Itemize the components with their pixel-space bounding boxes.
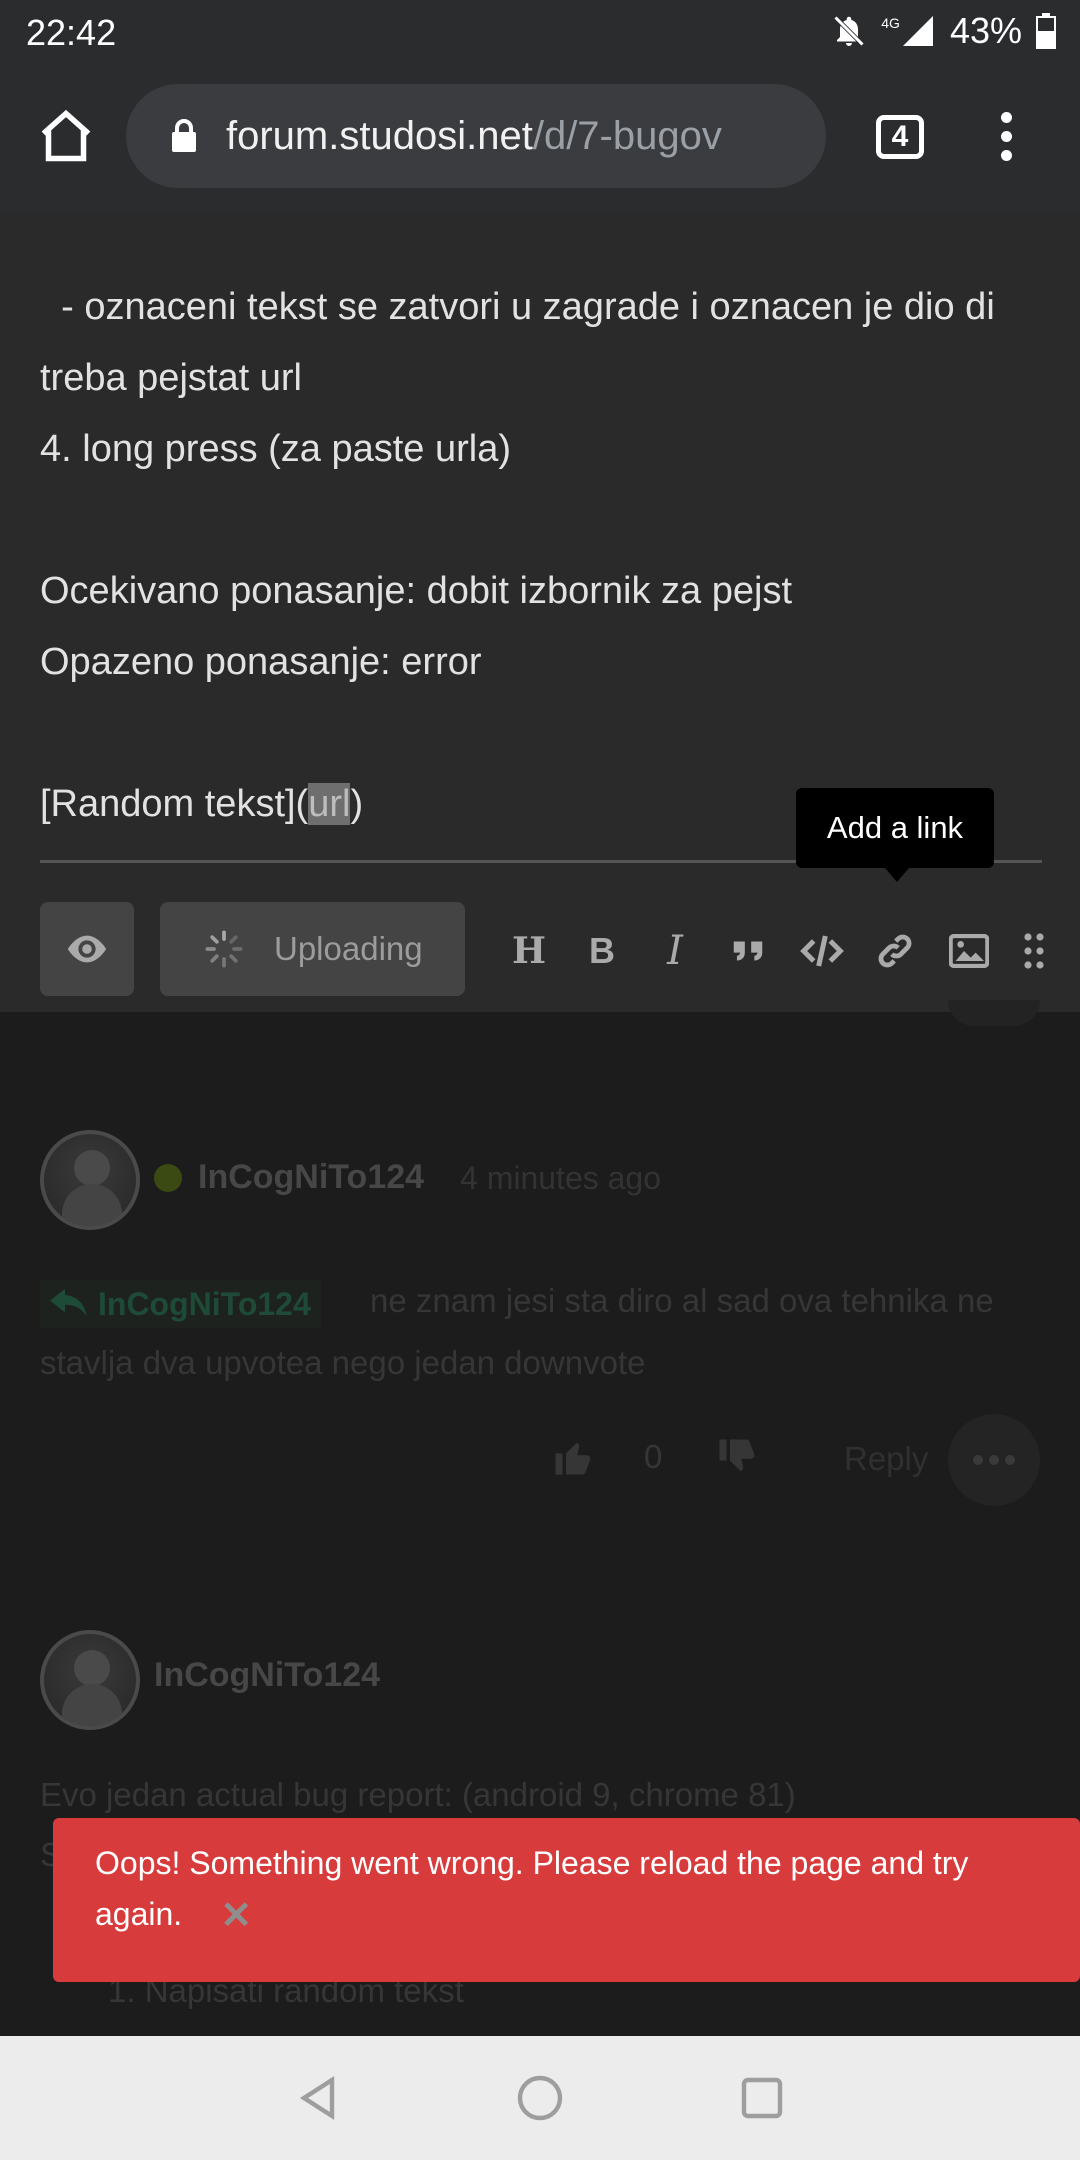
heading-icon[interactable]: H xyxy=(504,926,554,976)
eye-icon xyxy=(67,935,107,963)
recents-icon[interactable] xyxy=(738,2074,786,2122)
thumbs-down-icon[interactable] xyxy=(716,1436,758,1478)
preview-button[interactable] xyxy=(40,902,134,996)
battery-level: 43% xyxy=(949,10,1022,51)
upload-button[interactable]: Uploading xyxy=(160,902,465,996)
status-time: 22:42 xyxy=(26,12,117,53)
image-icon[interactable] xyxy=(944,926,994,976)
composer-line: - oznaceni tekst se zatvori u zagrade i … xyxy=(40,286,1006,399)
avatar[interactable] xyxy=(40,1130,140,1230)
composer-textarea[interactable]: - oznaceni tekst se zatvori u zagrade i … xyxy=(40,272,1050,840)
spinner-icon xyxy=(205,930,243,968)
bold-icon[interactable]: B xyxy=(577,926,627,976)
home-icon[interactable] xyxy=(36,106,96,166)
reply-composer: - oznaceni tekst se zatvori u zagrade i … xyxy=(0,212,1080,1012)
thumbs-up-icon[interactable] xyxy=(552,1436,594,1478)
selected-text: url xyxy=(308,783,351,825)
lock-icon xyxy=(172,119,196,152)
composer-link-end: ) xyxy=(350,783,364,825)
browser-toolbar: forum.studosi.net/d/7-bugov 4 xyxy=(0,66,1080,212)
back-icon[interactable] xyxy=(294,2074,342,2122)
post-menu-button[interactable] xyxy=(948,1414,1040,1506)
quote-icon[interactable] xyxy=(723,926,773,976)
close-icon[interactable]: ✕ xyxy=(220,1891,252,1942)
composer-toolbar: Uploading H B I xyxy=(0,890,1080,1010)
avatar[interactable] xyxy=(40,1630,140,1730)
browser-menu-icon[interactable] xyxy=(994,112,1018,164)
composer-line: Ocekivano ponasanje: dobit izbornik za p… xyxy=(40,570,793,612)
reply-button[interactable]: Reply xyxy=(844,1440,928,1478)
notifications-off-icon xyxy=(834,15,865,47)
link-tooltip: Add a link xyxy=(796,788,994,882)
online-indicator xyxy=(154,1164,182,1192)
post-item: InCogNiTo124 4 minutes ago InCogNiTo124 … xyxy=(0,1130,1080,1530)
post-username[interactable]: InCogNiTo124 xyxy=(154,1656,380,1695)
link-icon[interactable] xyxy=(870,926,920,976)
vote-count: 0 xyxy=(644,1438,663,1475)
post-timestamp[interactable]: 4 minutes ago xyxy=(460,1160,661,1197)
composer-line: 4. long press (za paste urla) xyxy=(40,428,512,470)
error-toast: Oops! Something went wrong. Please reloa… xyxy=(53,1818,1080,1982)
tab-switcher-button[interactable]: 4 xyxy=(876,115,924,159)
post-username[interactable]: InCogNiTo124 xyxy=(198,1158,424,1197)
post-actions: 0 Reply xyxy=(0,1410,1080,1510)
url-bar[interactable]: forum.studosi.net/d/7-bugov xyxy=(126,84,826,188)
composer-link-text: [Random tekst]( xyxy=(40,783,309,825)
post-text: Evo jedan actual bug report: (android 9,… xyxy=(40,1776,796,1813)
url-path: /d/7-bugov xyxy=(532,113,722,158)
home-nav-icon[interactable] xyxy=(516,2074,564,2122)
ghost-button xyxy=(948,1000,1040,1026)
composer-line: Opazeno ponasanje: error xyxy=(40,641,482,683)
network-type: 4G xyxy=(881,15,900,31)
post-text: ne znam jesi sta diro al sad ova tehnika… xyxy=(40,1282,994,1381)
italic-icon[interactable]: I xyxy=(650,926,700,976)
code-icon[interactable] xyxy=(797,926,847,976)
system-navigation-bar xyxy=(0,2036,1080,2160)
url-domain: forum.studosi.net xyxy=(226,113,533,158)
battery-icon xyxy=(1036,13,1056,49)
signal-icon xyxy=(902,16,933,46)
more-tools-icon[interactable] xyxy=(1010,926,1058,976)
upload-label: Uploading xyxy=(274,930,423,967)
status-bar: 22:42 4G 43% xyxy=(0,0,1080,66)
